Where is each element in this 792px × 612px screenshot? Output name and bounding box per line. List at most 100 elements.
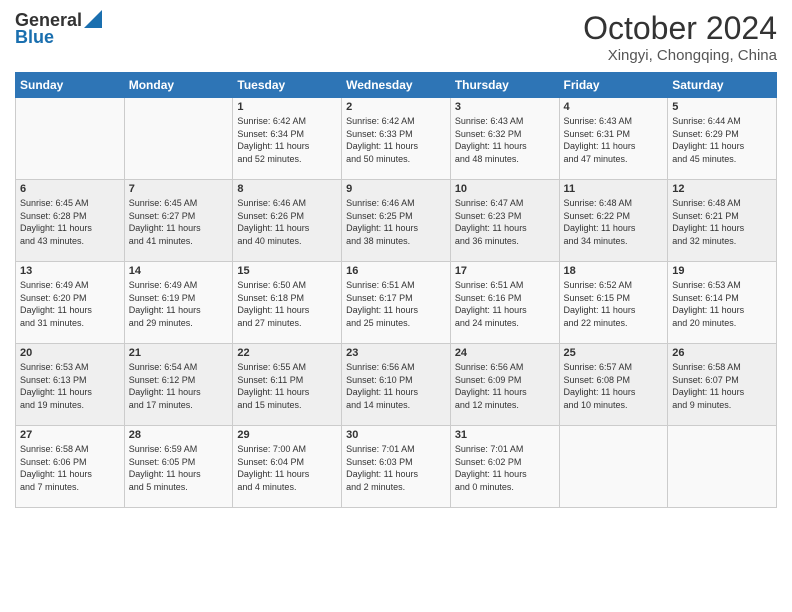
day-info: Sunrise: 6:56 AM Sunset: 6:10 PM Dayligh… bbox=[346, 361, 446, 411]
calendar-cell: 25Sunrise: 6:57 AM Sunset: 6:08 PM Dayli… bbox=[559, 344, 668, 426]
day-number: 20 bbox=[20, 347, 120, 359]
day-info: Sunrise: 6:48 AM Sunset: 6:21 PM Dayligh… bbox=[672, 197, 772, 247]
day-info: Sunrise: 6:42 AM Sunset: 6:33 PM Dayligh… bbox=[346, 115, 446, 165]
calendar-cell bbox=[124, 98, 233, 180]
day-number: 14 bbox=[129, 265, 229, 277]
day-number: 22 bbox=[237, 347, 337, 359]
day-number: 5 bbox=[672, 101, 772, 113]
day-number: 27 bbox=[20, 429, 120, 441]
day-number: 4 bbox=[564, 101, 664, 113]
day-info: Sunrise: 6:58 AM Sunset: 6:06 PM Dayligh… bbox=[20, 443, 120, 493]
calendar-cell: 28 Sunrise: 6:59 AM Sunset: 6:05 PM Dayli… bbox=[124, 426, 233, 508]
calendar-table: SundayMondayTuesdayWednesdayThursdayFrid… bbox=[15, 72, 777, 508]
calendar-cell: 17 Sunrise: 6:51 AM Sunset: 6:16 PM Dayli… bbox=[450, 262, 559, 344]
calendar-cell: 24 Sunrise: 6:56 AM Sunset: 6:09 PM Dayli… bbox=[450, 344, 559, 426]
calendar-week-1: 1Sunrise: 6:42 AM Sunset: 6:34 PM Daylig… bbox=[16, 98, 777, 180]
calendar-header-row: SundayMondayTuesdayWednesdayThursdayFrid… bbox=[16, 73, 777, 98]
day-number: 3 bbox=[455, 101, 555, 113]
day-number: 23 bbox=[346, 347, 446, 359]
day-info: Sunrise: 7:01 AM Sunset: 6:03 PM Dayligh… bbox=[346, 443, 446, 493]
day-info: Sunrise: 6:48 AM Sunset: 6:22 PM Dayligh… bbox=[564, 197, 664, 247]
calendar-cell: 11 Sunrise: 6:48 AM Sunset: 6:22 PM Dayli… bbox=[559, 180, 668, 262]
day-info: Sunrise: 6:49 AM Sunset: 6:20 PM Dayligh… bbox=[20, 279, 120, 329]
day-number: 15 bbox=[237, 265, 337, 277]
day-info: Sunrise: 6:59 AM Sunset: 6:05 PM Dayligh… bbox=[129, 443, 229, 493]
day-number: 19 bbox=[672, 265, 772, 277]
day-number: 8 bbox=[237, 183, 337, 195]
calendar-cell: 2 Sunrise: 6:42 AM Sunset: 6:33 PM Daylig… bbox=[342, 98, 451, 180]
weekday-header-wednesday: Wednesday bbox=[342, 73, 451, 98]
day-info: Sunrise: 6:50 AM Sunset: 6:18 PM Dayligh… bbox=[237, 279, 337, 329]
day-info: Sunrise: 6:45 AM Sunset: 6:27 PM Dayligh… bbox=[129, 197, 229, 247]
calendar-cell: 7Sunrise: 6:45 AM Sunset: 6:27 PM Daylig… bbox=[124, 180, 233, 262]
day-number: 31 bbox=[455, 429, 555, 441]
day-info: Sunrise: 6:47 AM Sunset: 6:23 PM Dayligh… bbox=[455, 197, 555, 247]
weekday-header-sunday: Sunday bbox=[16, 73, 125, 98]
calendar-cell: 3 Sunrise: 6:43 AM Sunset: 6:32 PM Daylig… bbox=[450, 98, 559, 180]
day-info: Sunrise: 6:55 AM Sunset: 6:11 PM Dayligh… bbox=[237, 361, 337, 411]
day-number: 26 bbox=[672, 347, 772, 359]
day-number: 13 bbox=[20, 265, 120, 277]
calendar-cell: 21 Sunrise: 6:54 AM Sunset: 6:12 PM Dayli… bbox=[124, 344, 233, 426]
month-year-title: October 2024 bbox=[583, 10, 777, 47]
day-info: Sunrise: 7:01 AM Sunset: 6:02 PM Dayligh… bbox=[455, 443, 555, 493]
day-number: 25 bbox=[564, 347, 664, 359]
day-info: Sunrise: 6:45 AM Sunset: 6:28 PM Dayligh… bbox=[20, 197, 120, 247]
weekday-header-friday: Friday bbox=[559, 73, 668, 98]
calendar-cell: 26 Sunrise: 6:58 AM Sunset: 6:07 PM Dayli… bbox=[668, 344, 777, 426]
day-info: Sunrise: 6:56 AM Sunset: 6:09 PM Dayligh… bbox=[455, 361, 555, 411]
day-number: 6 bbox=[20, 183, 120, 195]
day-number: 10 bbox=[455, 183, 555, 195]
day-number: 16 bbox=[346, 265, 446, 277]
calendar-cell: 12Sunrise: 6:48 AM Sunset: 6:21 PM Dayli… bbox=[668, 180, 777, 262]
calendar-cell: 16 Sunrise: 6:51 AM Sunset: 6:17 PM Dayli… bbox=[342, 262, 451, 344]
weekday-header-tuesday: Tuesday bbox=[233, 73, 342, 98]
logo: General Blue bbox=[15, 10, 102, 48]
day-number: 24 bbox=[455, 347, 555, 359]
calendar-cell bbox=[559, 426, 668, 508]
day-info: Sunrise: 6:51 AM Sunset: 6:17 PM Dayligh… bbox=[346, 279, 446, 329]
calendar-cell: 8 Sunrise: 6:46 AM Sunset: 6:26 PM Daylig… bbox=[233, 180, 342, 262]
logo-line2: Blue bbox=[15, 27, 54, 48]
day-info: Sunrise: 6:58 AM Sunset: 6:07 PM Dayligh… bbox=[672, 361, 772, 411]
day-info: Sunrise: 6:49 AM Sunset: 6:19 PM Dayligh… bbox=[129, 279, 229, 329]
weekday-header-thursday: Thursday bbox=[450, 73, 559, 98]
day-info: Sunrise: 7:00 AM Sunset: 6:04 PM Dayligh… bbox=[237, 443, 337, 493]
calendar-cell: 4Sunrise: 6:43 AM Sunset: 6:31 PM Daylig… bbox=[559, 98, 668, 180]
calendar-body: 1Sunrise: 6:42 AM Sunset: 6:34 PM Daylig… bbox=[16, 98, 777, 508]
page-header: General Blue October 2024 Xingyi, Chongq… bbox=[15, 10, 777, 64]
day-number: 21 bbox=[129, 347, 229, 359]
calendar-cell: 1Sunrise: 6:42 AM Sunset: 6:34 PM Daylig… bbox=[233, 98, 342, 180]
day-info: Sunrise: 6:51 AM Sunset: 6:16 PM Dayligh… bbox=[455, 279, 555, 329]
calendar-week-3: 13 Sunrise: 6:49 AM Sunset: 6:20 PM Dayli… bbox=[16, 262, 777, 344]
day-info: Sunrise: 6:53 AM Sunset: 6:13 PM Dayligh… bbox=[20, 361, 120, 411]
calendar-week-4: 20 Sunrise: 6:53 AM Sunset: 6:13 PM Dayli… bbox=[16, 344, 777, 426]
calendar-cell: 31 Sunrise: 7:01 AM Sunset: 6:02 PM Dayli… bbox=[450, 426, 559, 508]
weekday-header-saturday: Saturday bbox=[668, 73, 777, 98]
calendar-cell: 6 Sunrise: 6:45 AM Sunset: 6:28 PM Daylig… bbox=[16, 180, 125, 262]
day-info: Sunrise: 6:54 AM Sunset: 6:12 PM Dayligh… bbox=[129, 361, 229, 411]
calendar-cell bbox=[16, 98, 125, 180]
day-info: Sunrise: 6:43 AM Sunset: 6:32 PM Dayligh… bbox=[455, 115, 555, 165]
day-number: 17 bbox=[455, 265, 555, 277]
logo-triangle-icon bbox=[84, 10, 102, 28]
day-info: Sunrise: 6:53 AM Sunset: 6:14 PM Dayligh… bbox=[672, 279, 772, 329]
calendar-cell: 9Sunrise: 6:46 AM Sunset: 6:25 PM Daylig… bbox=[342, 180, 451, 262]
calendar-cell: 10 Sunrise: 6:47 AM Sunset: 6:23 PM Dayli… bbox=[450, 180, 559, 262]
day-info: Sunrise: 6:46 AM Sunset: 6:25 PM Dayligh… bbox=[346, 197, 446, 247]
day-number: 2 bbox=[346, 101, 446, 113]
calendar-cell: 5Sunrise: 6:44 AM Sunset: 6:29 PM Daylig… bbox=[668, 98, 777, 180]
calendar-cell: 23 Sunrise: 6:56 AM Sunset: 6:10 PM Dayli… bbox=[342, 344, 451, 426]
calendar-week-2: 6 Sunrise: 6:45 AM Sunset: 6:28 PM Daylig… bbox=[16, 180, 777, 262]
day-number: 11 bbox=[564, 183, 664, 195]
calendar-week-5: 27 Sunrise: 6:58 AM Sunset: 6:06 PM Dayli… bbox=[16, 426, 777, 508]
calendar-cell: 30 Sunrise: 7:01 AM Sunset: 6:03 PM Dayli… bbox=[342, 426, 451, 508]
title-section: October 2024 Xingyi, Chongqing, China bbox=[583, 10, 777, 64]
calendar-cell bbox=[668, 426, 777, 508]
calendar-cell: 18Sunrise: 6:52 AM Sunset: 6:15 PM Dayli… bbox=[559, 262, 668, 344]
day-number: 28 bbox=[129, 429, 229, 441]
day-number: 30 bbox=[346, 429, 446, 441]
day-info: Sunrise: 6:46 AM Sunset: 6:26 PM Dayligh… bbox=[237, 197, 337, 247]
calendar-cell: 15 Sunrise: 6:50 AM Sunset: 6:18 PM Dayli… bbox=[233, 262, 342, 344]
day-number: 1 bbox=[237, 101, 337, 113]
